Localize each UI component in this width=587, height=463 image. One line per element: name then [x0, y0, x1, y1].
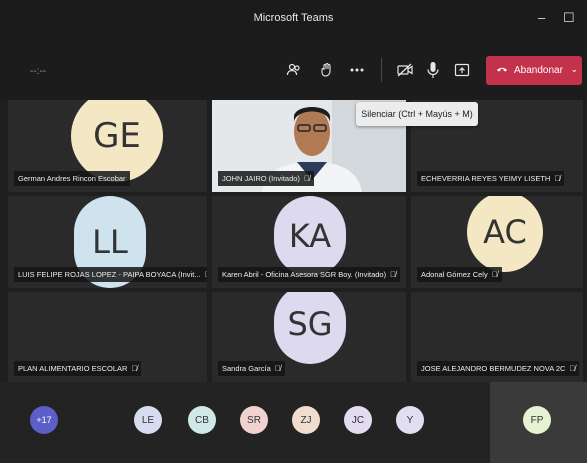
meeting-timer: --:-- — [30, 66, 47, 77]
participant-name: PLAN ALIMENTARIO ESCOLAR 🎙̸ — [14, 361, 142, 376]
avatar[interactable]: ZJ — [292, 406, 320, 434]
mic-off-icon: 🎙̸ — [303, 174, 310, 183]
mic-off-icon: 🎙̸ — [131, 364, 138, 373]
participant-tile[interactable]: GE German Andres Rincon Escobar — [8, 100, 207, 192]
avatar: SG — [274, 292, 346, 364]
participant-name: ECHEVERRIA REYES YEIMY LISETH 🎙̸ — [417, 171, 565, 186]
participant-name: JOSE ALEJANDRO BERMUDEZ NOVA 2C 🎙̸ — [417, 361, 580, 376]
self-view[interactable]: FP — [490, 382, 587, 463]
avatar: GE — [71, 100, 163, 182]
mic-off-icon: 🎙̸ — [205, 270, 207, 279]
participant-name: Karen Abril - Oficina Asesora SGR Boy. (… — [218, 267, 401, 282]
participants-icon[interactable] — [283, 59, 305, 81]
meeting-toolbar: --:-- Abandonar ⌄ — [0, 42, 587, 100]
mic-off-icon: 🎙̸ — [569, 364, 576, 373]
chevron-down-icon[interactable]: ⌄ — [570, 64, 578, 75]
more-options-icon[interactable] — [346, 59, 368, 81]
mic-off-icon: 🎙̸ — [554, 174, 561, 183]
mic-icon[interactable] — [422, 59, 444, 81]
participant-tile[interactable]: AC Adonal Gómez Cely 🎙̸ — [411, 196, 583, 288]
participant-tile[interactable]: PLAN ALIMENTARIO ESCOLAR 🎙̸ — [8, 292, 207, 382]
participant-tile[interactable]: KA Karen Abril - Oficina Asesora SGR Boy… — [212, 196, 406, 288]
leave-button[interactable]: Abandonar ⌄ — [486, 56, 582, 85]
participant-name: JOHN JAIRO (Invitado) 🎙̸ — [218, 171, 314, 186]
participant-tile[interactable]: SG Sandra García 🎙̸ — [212, 292, 406, 382]
share-icon[interactable] — [451, 59, 473, 81]
minimize-button[interactable]: – — [538, 10, 545, 25]
participant-name: German Andres Rincon Escobar — [14, 171, 130, 186]
avatar: KA — [274, 196, 346, 276]
maximize-button[interactable]: ☐ — [563, 10, 575, 26]
avatar[interactable]: SR — [240, 406, 268, 434]
participant-name: Sandra García 🎙̸ — [218, 361, 285, 376]
mic-off-icon: 🎙̸ — [491, 270, 498, 279]
self-avatar: FP — [523, 406, 551, 434]
participant-tile[interactable]: LL LUIS FELIPE ROJAS LOPEZ - PAIPA BOYAC… — [8, 196, 207, 288]
participant-grid: GE German Andres Rincon Escobar JOHN JAI… — [8, 100, 583, 382]
title-bar: Microsoft Teams – ☐ — [0, 0, 587, 42]
avatar[interactable]: JC — [344, 406, 372, 434]
participant-name: Adonal Gómez Cely 🎙̸ — [417, 267, 502, 282]
phone-hangup-icon — [496, 65, 508, 76]
mute-tooltip: Silenciar (Ctrl + Mayús + M) — [356, 102, 478, 126]
camera-off-icon[interactable] — [394, 59, 416, 81]
mic-off-icon: 🎙̸ — [274, 364, 281, 373]
avatar[interactable]: CB — [188, 406, 216, 434]
leave-label: Abandonar — [514, 65, 563, 76]
avatar: AC — [467, 196, 543, 272]
participant-tile[interactable]: JOSE ALEJANDRO BERMUDEZ NOVA 2C 🎙̸ — [411, 292, 583, 382]
more-participants-button[interactable]: +17 — [30, 406, 58, 434]
avatar[interactable]: Y — [396, 406, 424, 434]
avatar[interactable]: LE — [134, 406, 162, 434]
raise-hand-icon[interactable] — [316, 59, 338, 81]
participant-name: LUIS FELIPE ROJAS LOPEZ - PAIPA BOYACA (… — [14, 267, 207, 282]
mic-off-icon: 🎙̸ — [390, 270, 397, 279]
window-title: Microsoft Teams — [253, 12, 334, 24]
toolbar-divider — [381, 58, 382, 82]
